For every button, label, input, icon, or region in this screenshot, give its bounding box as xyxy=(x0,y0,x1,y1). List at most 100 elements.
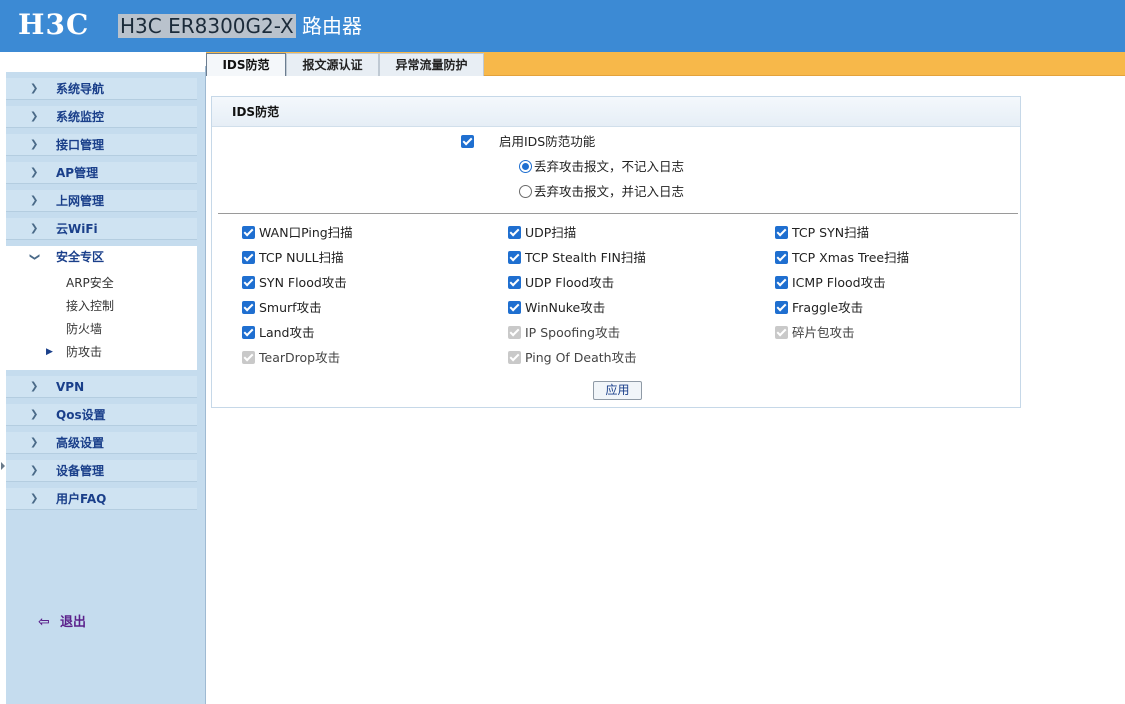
enable-ids-label: 启用IDS防范功能 xyxy=(499,134,596,149)
app-header: H3C H3C ER8300G2-X 路由器 xyxy=(0,0,1125,52)
option-label: Fraggle攻击 xyxy=(792,300,864,315)
chevron-right-icon: ❯ xyxy=(30,111,39,122)
option-label: UDP Flood攻击 xyxy=(525,275,615,290)
logout-label: 退出 xyxy=(60,615,87,630)
option-checkbox-disabled xyxy=(508,351,521,364)
collapse-handle-icon[interactable] xyxy=(1,462,5,470)
sidebar-item-device-mgmt[interactable]: ❯ 设备管理 xyxy=(6,460,197,482)
sidebar-item-label: 用户FAQ xyxy=(56,492,107,506)
tab-ids-defense[interactable]: IDS防范 xyxy=(206,53,286,76)
radio-label: 丢弃攻击报文，并记入日志 xyxy=(534,184,685,199)
option-label: SYN Flood攻击 xyxy=(259,275,347,290)
apply-button[interactable]: 应用 xyxy=(593,381,642,400)
option-checkbox[interactable] xyxy=(775,226,788,239)
option-fraggle[interactable]: Fraggle攻击 xyxy=(775,298,863,318)
option-syn-flood[interactable]: SYN Flood攻击 xyxy=(242,273,347,293)
option-checkbox[interactable] xyxy=(242,251,255,264)
sidebar-item-internet-mgmt[interactable]: ❯ 上网管理 xyxy=(6,190,197,212)
option-checkbox[interactable] xyxy=(775,251,788,264)
chevron-right-icon: ❯ xyxy=(30,437,39,448)
option-checkbox[interactable] xyxy=(775,276,788,289)
section-divider xyxy=(218,213,1018,214)
option-udp-scan[interactable]: UDP扫描 xyxy=(508,223,576,243)
option-checkbox[interactable] xyxy=(775,301,788,314)
sidebar-item-label: 高级设置 xyxy=(56,436,105,450)
chevron-right-icon: ❯ xyxy=(30,195,39,206)
option-label: ICMP Flood攻击 xyxy=(792,275,886,290)
sidebar-item-system-nav[interactable]: ❯ 系统导航 xyxy=(6,78,197,100)
option-ping-of-death: Ping Of Death攻击 xyxy=(508,348,637,368)
sidebar-item-qos[interactable]: ❯ Qos设置 xyxy=(6,404,197,426)
sidebar-subitem-label: 防攻击 xyxy=(66,345,103,359)
sidebar-subitem-anti-attack[interactable]: ▶ 防攻击 xyxy=(6,341,197,364)
chevron-right-icon: ❯ xyxy=(30,409,39,420)
option-ip-spoofing: IP Spoofing攻击 xyxy=(508,323,620,343)
tab-packet-source-auth[interactable]: 报文源认证 xyxy=(286,53,379,76)
sidebar-subitem-arp-security[interactable]: ARP安全 xyxy=(6,272,197,295)
sidebar-item-security[interactable]: ❯ 安全专区 xyxy=(6,246,197,268)
option-wan-ping-scan[interactable]: WAN口Ping扫描 xyxy=(242,223,353,243)
sidebar-subitem-access-control[interactable]: 接入控制 xyxy=(6,295,197,318)
sidebar-item-label: 安全专区 xyxy=(56,250,105,264)
option-label: Land攻击 xyxy=(259,325,315,340)
sidebar-item-label: 系统导航 xyxy=(56,82,105,96)
option-tcp-stealth-fin-scan[interactable]: TCP Stealth FIN扫描 xyxy=(508,248,646,268)
option-checkbox[interactable] xyxy=(242,326,255,339)
option-checkbox-disabled xyxy=(242,351,255,364)
logout-button[interactable]: ⇦ 退出 xyxy=(38,612,86,632)
sidebar-item-advanced[interactable]: ❯ 高级设置 xyxy=(6,432,197,454)
option-tcp-xmas-tree-scan[interactable]: TCP Xmas Tree扫描 xyxy=(775,248,909,268)
sidebar-item-interface-mgmt[interactable]: ❯ 接口管理 xyxy=(6,134,197,156)
sidebar-item-label: Qos设置 xyxy=(56,408,106,422)
chevron-down-icon: ❯ xyxy=(29,252,41,262)
radio-drop-no-log[interactable]: 丢弃攻击报文，不记入日志 xyxy=(519,157,684,177)
sidebar-subitem-firewall[interactable]: 防火墙 xyxy=(6,318,197,341)
sidebar-submenu-security: ARP安全 接入控制 防火墙 ▶ 防攻击 xyxy=(6,268,197,370)
radio-button[interactable] xyxy=(519,160,532,173)
sidebar: ❯ 系统导航 ❯ 系统监控 ❯ 接口管理 ❯ AP管理 ❯ 上网管理 ❯ 云Wi… xyxy=(6,66,206,704)
option-tcp-null-scan[interactable]: TCP NULL扫描 xyxy=(242,248,344,268)
option-checkbox-disabled xyxy=(508,326,521,339)
chevron-right-icon: ❯ xyxy=(30,139,39,150)
sidebar-item-vpn[interactable]: ❯ VPN xyxy=(6,376,197,398)
tab-bar: IDS防范 报文源认证 异常流量防护 xyxy=(206,52,1125,76)
option-label: TearDrop攻击 xyxy=(259,350,341,365)
sidebar-item-user-faq[interactable]: ❯ 用户FAQ xyxy=(6,488,197,510)
option-label: Smurf攻击 xyxy=(259,300,322,315)
chevron-right-icon: ❯ xyxy=(30,167,39,178)
option-checkbox[interactable] xyxy=(508,251,521,264)
option-winnuke[interactable]: WinNuke攻击 xyxy=(508,298,605,318)
option-label: UDP扫描 xyxy=(525,225,577,240)
option-checkbox[interactable] xyxy=(242,226,255,239)
logout-icon: ⇦ xyxy=(38,614,50,630)
option-tcp-syn-scan[interactable]: TCP SYN扫描 xyxy=(775,223,869,243)
option-label: WAN口Ping扫描 xyxy=(259,225,353,240)
option-label: 碎片包攻击 xyxy=(792,325,855,340)
option-land[interactable]: Land攻击 xyxy=(242,323,314,343)
option-label: TCP SYN扫描 xyxy=(792,225,870,240)
product-title: H3C ER8300G2-X 路由器 xyxy=(118,12,362,40)
option-checkbox[interactable] xyxy=(242,301,255,314)
enable-ids-checkbox[interactable] xyxy=(461,135,474,148)
option-checkbox-disabled xyxy=(775,326,788,339)
sidebar-item-label: 接口管理 xyxy=(56,138,105,152)
sidebar-item-ap-mgmt[interactable]: ❯ AP管理 xyxy=(6,162,197,184)
option-checkbox[interactable] xyxy=(508,276,521,289)
sidebar-item-system-monitor[interactable]: ❯ 系统监控 xyxy=(6,106,197,128)
radio-drop-with-log[interactable]: 丢弃攻击报文，并记入日志 xyxy=(519,182,684,202)
option-icmp-flood[interactable]: ICMP Flood攻击 xyxy=(775,273,886,293)
option-smurf[interactable]: Smurf攻击 xyxy=(242,298,322,318)
product-model: H3C ER8300G2-X xyxy=(118,14,296,38)
option-checkbox[interactable] xyxy=(508,226,521,239)
option-label: Ping Of Death攻击 xyxy=(525,350,637,365)
sidebar-item-label: 上网管理 xyxy=(56,194,105,208)
option-checkbox[interactable] xyxy=(242,276,255,289)
option-udp-flood[interactable]: UDP Flood攻击 xyxy=(508,273,614,293)
tab-abnormal-traffic[interactable]: 异常流量防护 xyxy=(379,53,484,76)
product-type: 路由器 xyxy=(295,14,363,38)
radio-button[interactable] xyxy=(519,185,532,198)
chevron-right-icon: ❯ xyxy=(30,83,39,94)
option-checkbox[interactable] xyxy=(508,301,521,314)
option-label: TCP Xmas Tree扫描 xyxy=(792,250,910,265)
sidebar-item-cloud-wifi[interactable]: ❯ 云WiFi xyxy=(6,218,197,240)
